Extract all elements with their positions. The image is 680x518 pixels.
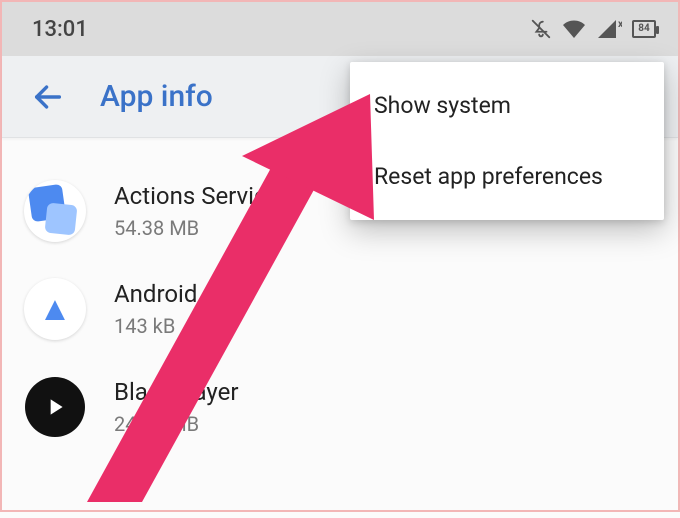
back-button[interactable] — [28, 77, 68, 117]
status-clock: 13:01 — [32, 17, 88, 42]
signal-no-data-icon: x — [596, 18, 622, 40]
app-row[interactable]: BlackPlayer 24.93 MB — [2, 358, 678, 456]
status-bar: 13:01 x 84 — [2, 2, 678, 56]
app-name: Actions Services — [114, 182, 292, 210]
arrow-left-icon — [31, 80, 65, 114]
app-size: 24.93 MB — [114, 412, 239, 436]
status-right-icons: x 84 — [530, 18, 656, 40]
svg-text:x: x — [618, 19, 622, 30]
app-row[interactable]: ▲ Android Auto 143 kB — [2, 260, 678, 358]
app-icon-android-auto: ▲ — [24, 278, 86, 340]
battery-icon: 84 — [632, 20, 656, 38]
battery-level: 84 — [638, 24, 649, 34]
play-icon — [42, 394, 68, 420]
dnd-off-icon — [530, 18, 552, 40]
app-size: 54.38 MB — [114, 216, 292, 240]
menu-item-reset-app-preferences[interactable]: Reset app preferences — [350, 141, 664, 212]
app-name: BlackPlayer — [114, 378, 239, 406]
app-icon-actions-services — [24, 180, 86, 242]
app-icon-blackplayer — [24, 376, 86, 438]
wifi-icon — [562, 18, 586, 40]
overflow-menu: Show system Reset app preferences — [350, 62, 664, 220]
menu-item-show-system[interactable]: Show system — [350, 70, 664, 141]
app-size: 143 kB — [114, 314, 253, 338]
page-title: App info — [100, 79, 213, 114]
app-name: Android Auto — [114, 280, 253, 308]
